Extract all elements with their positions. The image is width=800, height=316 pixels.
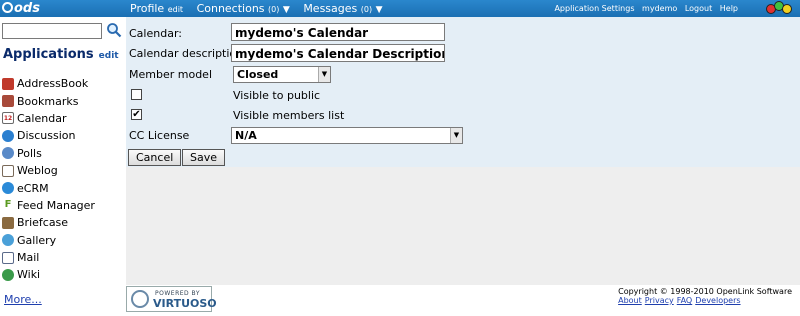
content-area bbox=[126, 167, 800, 285]
app-item-ecrm[interactable]: eCRM bbox=[2, 179, 95, 196]
sidebar: Applications edit AddressBook Bookmarks 1… bbox=[0, 17, 126, 316]
messages-count: (0) bbox=[360, 5, 373, 14]
app-item-bookmarks[interactable]: Bookmarks bbox=[2, 92, 95, 109]
dropdown-arrow-icon[interactable]: ▼ bbox=[450, 128, 462, 143]
app-label[interactable]: Feed Manager bbox=[17, 199, 95, 212]
cc-license-value: N/A bbox=[235, 129, 257, 142]
app-label[interactable]: AddressBook bbox=[17, 77, 88, 90]
developers-link[interactable]: Developers bbox=[695, 296, 740, 305]
app-item-gallery[interactable]: Gallery bbox=[2, 232, 95, 249]
profile-edit-link[interactable]: edit bbox=[168, 5, 183, 14]
applications-title: Applications bbox=[3, 47, 94, 62]
visible-to-public-checkbox[interactable] bbox=[131, 89, 142, 100]
app-label[interactable]: Gallery bbox=[17, 234, 56, 247]
copyright-text: Copyright © 1998-2010 OpenLink Software bbox=[618, 287, 792, 296]
app-item-wiki[interactable]: Wiki bbox=[2, 266, 95, 283]
form-panel bbox=[126, 17, 800, 167]
connections-dropdown-icon[interactable]: ▼ bbox=[283, 5, 290, 15]
yellow-light-icon bbox=[782, 4, 792, 14]
copyright-block: Copyright © 1998-2010 OpenLink Software … bbox=[618, 287, 792, 305]
connections-menu[interactable]: Connections (0) ▼ bbox=[197, 2, 290, 15]
privacy-link[interactable]: Privacy bbox=[645, 296, 674, 305]
about-link[interactable]: About bbox=[618, 296, 642, 305]
logo-text: ods bbox=[14, 1, 40, 16]
app-item-calendar[interactable]: 12 Calendar bbox=[2, 110, 95, 127]
dropdown-arrow-icon[interactable]: ▼ bbox=[318, 67, 330, 82]
app-label[interactable]: Calendar bbox=[17, 112, 66, 125]
bookmarks-icon bbox=[2, 95, 14, 108]
wiki-icon bbox=[2, 268, 14, 281]
app-label[interactable]: Bookmarks bbox=[17, 95, 78, 108]
search-icon[interactable] bbox=[106, 22, 122, 38]
visible-members-label: Visible members list bbox=[233, 109, 345, 122]
weblog-icon bbox=[2, 164, 14, 177]
app-item-feed-manager[interactable]: F Feed Manager bbox=[2, 197, 95, 214]
cancel-button[interactable]: Cancel bbox=[128, 149, 182, 166]
checkmark-icon: ✔ bbox=[132, 109, 141, 120]
app-label[interactable]: Weblog bbox=[17, 164, 58, 177]
search-input[interactable] bbox=[2, 23, 102, 39]
mail-icon bbox=[2, 251, 14, 264]
app-item-briefcase[interactable]: Briefcase bbox=[2, 214, 95, 231]
connections-label[interactable]: Connections bbox=[197, 2, 265, 15]
application-settings-link[interactable]: Application Settings bbox=[554, 4, 634, 13]
app-item-polls[interactable]: Polls bbox=[2, 145, 95, 162]
more-apps-link[interactable]: More... bbox=[4, 293, 42, 306]
logo-circle-icon bbox=[2, 2, 13, 13]
ecrm-icon bbox=[2, 182, 14, 195]
help-link[interactable]: Help bbox=[720, 4, 738, 13]
profile-label[interactable]: Profile bbox=[130, 2, 164, 15]
calendar-name-input[interactable]: mydemo's Calendar bbox=[231, 23, 445, 41]
profile-menu[interactable]: Profile edit bbox=[130, 2, 183, 15]
app-item-mail[interactable]: Mail bbox=[2, 249, 95, 266]
application-list: AddressBook Bookmarks 12 Calendar Discuss… bbox=[2, 75, 95, 284]
calendar-description-label: Calendar description bbox=[129, 47, 244, 60]
messages-menu[interactable]: Messages (0) ▼ bbox=[303, 2, 382, 15]
top-links: Application Settings mydemo Logout Help bbox=[549, 4, 738, 13]
app-label[interactable]: Discussion bbox=[17, 129, 76, 142]
ods-logo[interactable]: ods bbox=[2, 1, 40, 16]
visible-members-checkbox[interactable]: ✔ bbox=[131, 109, 142, 120]
app-item-weblog[interactable]: Weblog bbox=[2, 162, 95, 179]
applications-edit-link[interactable]: edit bbox=[99, 51, 119, 61]
visible-to-public-label: Visible to public bbox=[233, 89, 321, 102]
app-label[interactable]: Polls bbox=[17, 147, 42, 160]
app-item-discussion[interactable]: Discussion bbox=[2, 127, 95, 144]
user-link[interactable]: mydemo bbox=[642, 4, 677, 13]
member-model-select[interactable]: Closed ▼ bbox=[233, 66, 331, 83]
app-item-addressbook[interactable]: AddressBook bbox=[2, 75, 95, 92]
applications-heading: Applications edit bbox=[3, 47, 119, 62]
app-label[interactable]: eCRM bbox=[17, 182, 49, 195]
addressbook-icon bbox=[2, 77, 14, 90]
powered-by-virtuoso-badge[interactable]: POWERED BY VIRTUOSO bbox=[126, 286, 217, 312]
calendar-icon: 12 bbox=[2, 112, 14, 125]
virtuoso-logo-icon bbox=[131, 290, 149, 308]
discussion-icon bbox=[2, 129, 14, 142]
status-lights-icon bbox=[766, 0, 792, 16]
footer-links: About Privacy FAQ Developers bbox=[618, 296, 792, 305]
cc-license-select[interactable]: N/A ▼ bbox=[231, 127, 463, 144]
save-button[interactable]: Save bbox=[182, 149, 226, 166]
app-label[interactable]: Wiki bbox=[17, 268, 40, 281]
connections-count: (0) bbox=[268, 5, 280, 14]
polls-icon bbox=[2, 147, 14, 160]
gallery-icon bbox=[2, 234, 14, 247]
calendar-name-label: Calendar: bbox=[129, 27, 182, 40]
logout-link[interactable]: Logout bbox=[685, 4, 712, 13]
calendar-description-input[interactable]: mydemo's Calendar Description bbox=[231, 44, 445, 62]
cc-license-label: CC License bbox=[129, 129, 190, 142]
member-model-value: Closed bbox=[237, 68, 279, 81]
member-model-label: Member model bbox=[129, 68, 212, 81]
virtuoso-text: VIRTUOSO bbox=[153, 297, 217, 310]
app-label[interactable]: Mail bbox=[17, 251, 39, 264]
faq-link[interactable]: FAQ bbox=[677, 296, 693, 305]
top-nav: Profile edit Connections (0) ▼ Messages … bbox=[130, 2, 393, 15]
briefcase-icon bbox=[2, 216, 14, 229]
feed-manager-icon: F bbox=[2, 199, 14, 212]
messages-dropdown-icon[interactable]: ▼ bbox=[376, 5, 383, 15]
app-label[interactable]: Briefcase bbox=[17, 216, 68, 229]
top-bar: ods Profile edit Connections (0) ▼ Messa… bbox=[0, 0, 800, 17]
messages-label[interactable]: Messages bbox=[303, 2, 357, 15]
powered-by-text: POWERED BY bbox=[155, 290, 201, 297]
